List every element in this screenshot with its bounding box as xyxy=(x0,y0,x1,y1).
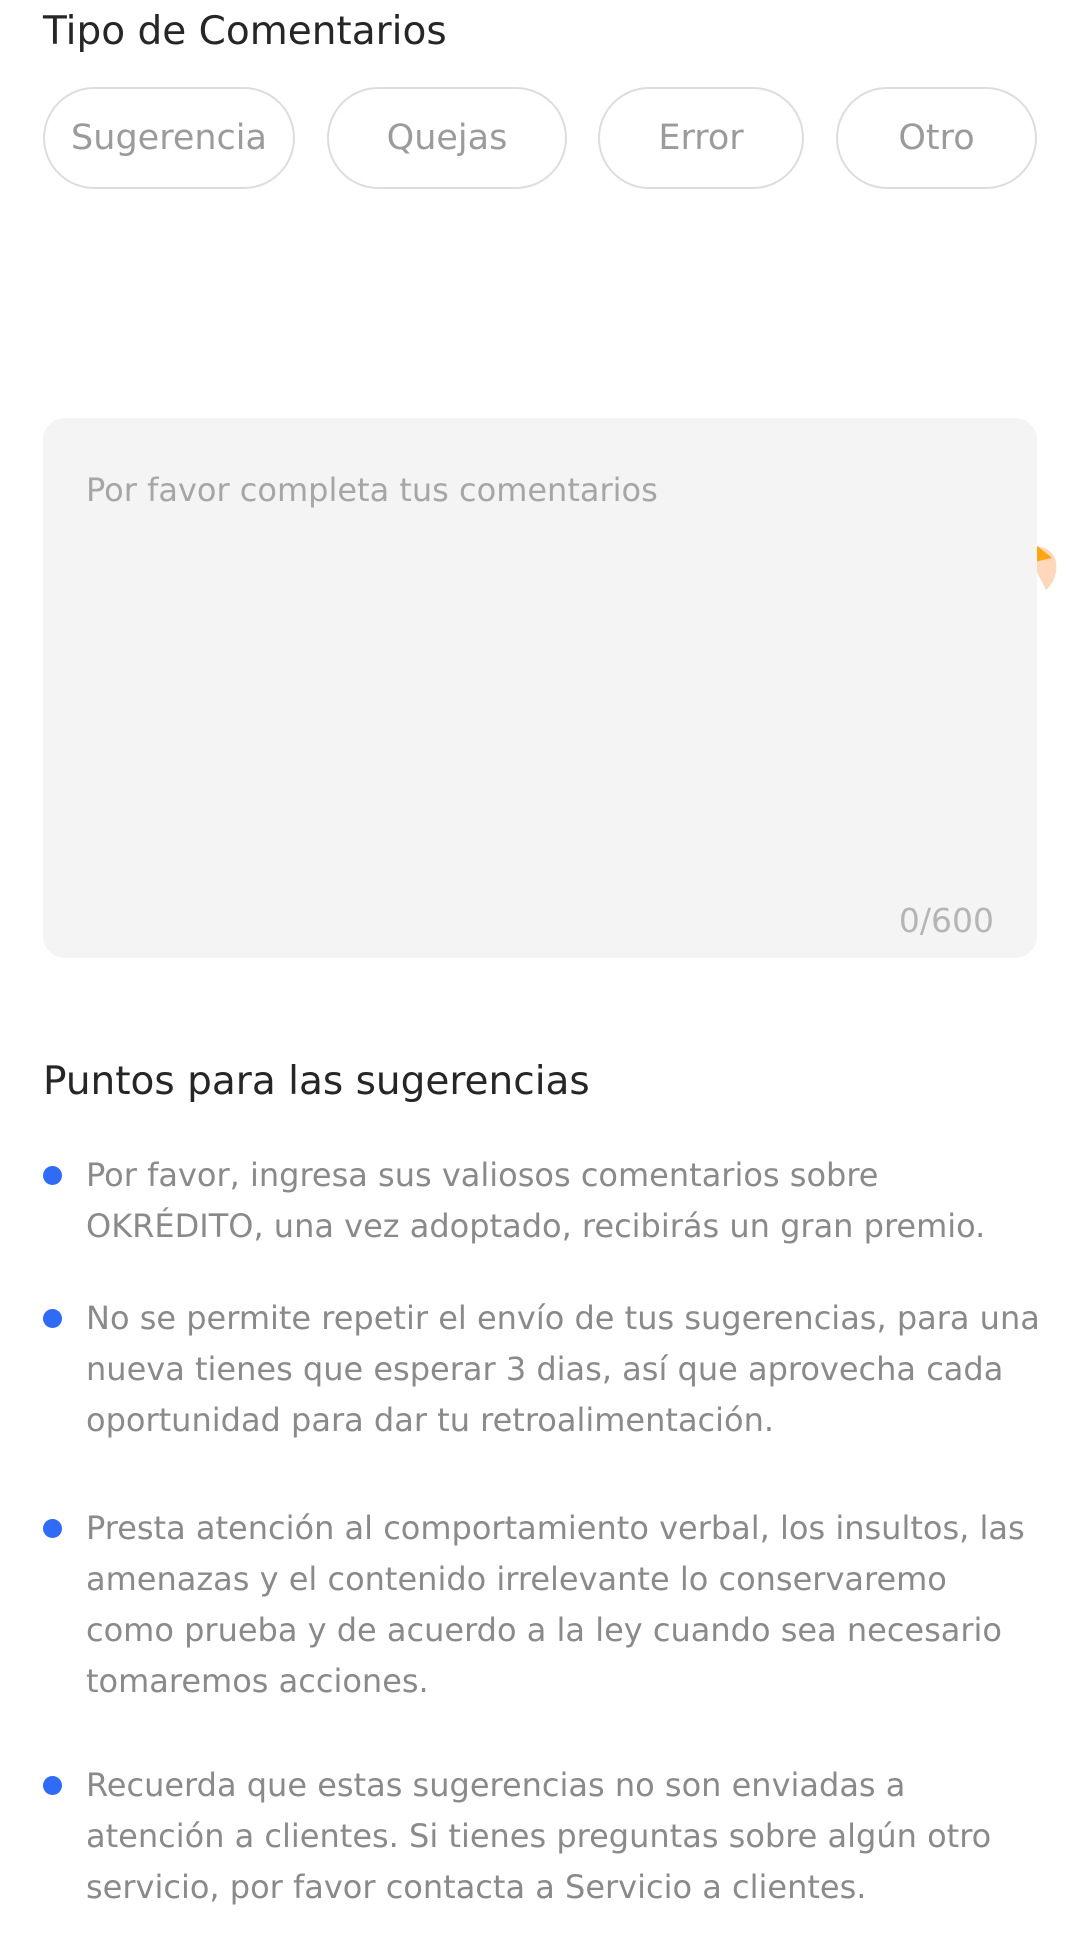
chip-quejas[interactable]: Quejas xyxy=(327,87,567,189)
bullet-dot-icon xyxy=(43,1309,62,1328)
chip-otro[interactable]: Otro xyxy=(836,87,1037,189)
feedback-type-title: Tipo de Comentarios xyxy=(43,9,447,54)
character-counter: 0/600 xyxy=(898,901,994,940)
tips-title: Puntos para las sugerencias xyxy=(43,1059,590,1104)
tip-item: Por favor, ingresa sus valiosos comentar… xyxy=(43,1150,1043,1252)
tip-item: No se permite repetir el envío de tus su… xyxy=(43,1293,1043,1446)
bullet-dot-icon xyxy=(43,1776,62,1795)
bullet-dot-icon xyxy=(43,1519,62,1538)
tips-list: Por favor, ingresa sus valiosos comentar… xyxy=(43,1150,1043,1954)
tip-text: No se permite repetir el envío de tus su… xyxy=(86,1299,1040,1439)
comment-input[interactable] xyxy=(43,418,1037,878)
comment-box: 0/600 xyxy=(43,418,1037,958)
tip-text: Presta atención al comportamiento verbal… xyxy=(86,1509,1025,1700)
bullet-dot-icon xyxy=(43,1166,62,1185)
tip-item: Recuerda que estas sugerencias no son en… xyxy=(43,1760,1043,1913)
chip-error[interactable]: Error xyxy=(598,87,804,189)
tip-item: Presta atención al comportamiento verbal… xyxy=(43,1503,1043,1707)
tip-text: Por favor, ingresa sus valiosos comentar… xyxy=(86,1156,986,1245)
chip-sugerencia[interactable]: Sugerencia xyxy=(43,87,295,189)
tip-text: Recuerda que estas sugerencias no son en… xyxy=(86,1766,992,1906)
